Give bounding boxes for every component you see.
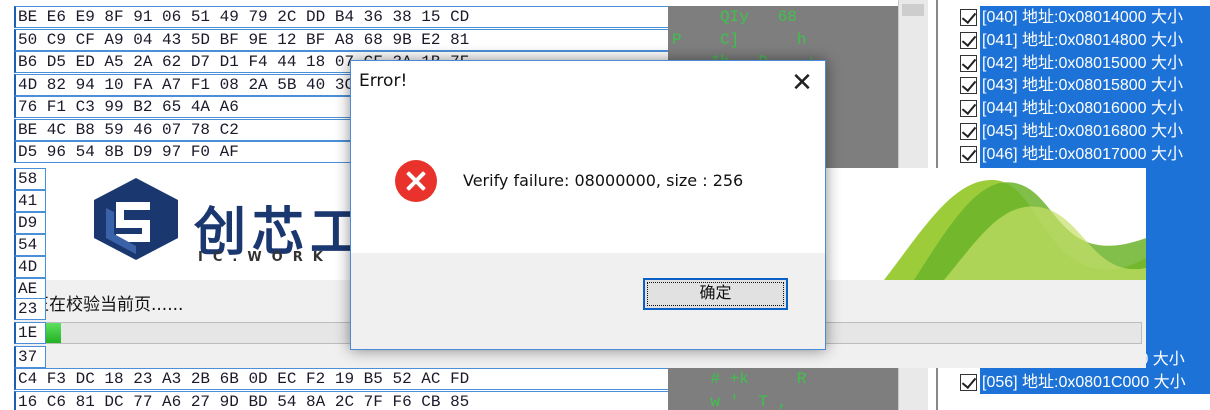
sector-label: [043] 地址:0x08015800 大小 bbox=[980, 74, 1210, 98]
sector-label: [042] 地址:0x08015000 大小 bbox=[980, 51, 1210, 75]
company-logo-icon bbox=[94, 178, 178, 260]
checkbox-checked-icon[interactable] bbox=[960, 9, 977, 26]
checkbox-checked-icon[interactable] bbox=[960, 77, 977, 95]
sector-list-item[interactable]: [042] 地址:0x08015000 大小 bbox=[956, 51, 1210, 75]
hex-row-stub[interactable]: 23 bbox=[14, 298, 46, 320]
error-dialog: Error! ✕ Verify failure: 08000000, size … bbox=[350, 60, 826, 350]
sector-list-item[interactable]: [044] 地址:0x08016000 大小 bbox=[956, 97, 1210, 121]
sector-label: [041] 地址:0x08014800 大小 bbox=[980, 28, 1210, 52]
checkbox-checked-icon[interactable] bbox=[960, 100, 977, 118]
sector-label: [056] 地址:0x0801C000 大小 bbox=[980, 370, 1210, 394]
hex-row[interactable]: C4 F3 DC 18 23 A3 2B 6B 0D EC F2 19 B5 5… bbox=[14, 368, 669, 390]
checkbox-checked-icon[interactable] bbox=[960, 145, 977, 163]
sector-list-item[interactable]: [040] 地址:0x08014000 大小 bbox=[956, 6, 1210, 29]
sector-list-item[interactable]: [056] 地址:0x0801C000 大小 bbox=[956, 370, 1210, 394]
checkbox-checked-icon[interactable] bbox=[960, 123, 977, 140]
hex-row-stub[interactable]: AE bbox=[14, 278, 46, 300]
hex-row-stub[interactable]: 4D bbox=[14, 256, 46, 278]
hex-row-stub[interactable]: 37 bbox=[14, 346, 46, 368]
dialog-footer: 确定 bbox=[351, 253, 825, 349]
sector-label: [044] 地址:0x08016000 大小 bbox=[980, 97, 1210, 121]
sector-list-item[interactable]: [045] 地址:0x08016800 大小 bbox=[956, 120, 1210, 143]
sector-label: [046] 地址:0x08017000 大小 bbox=[980, 142, 1210, 166]
status-text: 正在校验当前页...... bbox=[32, 295, 184, 315]
sector-list-item[interactable]: [046] 地址:0x08017000 大小 bbox=[956, 142, 1210, 166]
checkbox-checked-icon[interactable] bbox=[960, 31, 977, 49]
ascii-row: P C] h bbox=[672, 30, 807, 49]
error-icon bbox=[395, 160, 437, 202]
ascii-row: w ' T , bbox=[672, 392, 788, 410]
scrollbar-thumb[interactable] bbox=[902, 4, 924, 16]
decorative-wave-graphic bbox=[884, 168, 1146, 280]
checkbox-checked-icon[interactable] bbox=[960, 373, 977, 391]
hex-row[interactable]: BE E6 E9 8F 91 06 51 49 79 2C DD B4 36 3… bbox=[14, 6, 669, 28]
sector-label: [040] 地址:0x08014000 大小 bbox=[980, 6, 1210, 29]
hex-row-stub[interactable]: 54 bbox=[14, 234, 46, 256]
logo-subtitle: IC.WORK bbox=[198, 250, 333, 265]
sector-list-item[interactable]: [043] 地址:0x08015800 大小 bbox=[956, 74, 1210, 98]
hex-row-stub[interactable]: 1E bbox=[14, 322, 46, 344]
sector-label: [045] 地址:0x08016800 大小 bbox=[980, 120, 1210, 143]
hex-row-stub[interactable]: 41 bbox=[14, 190, 46, 212]
error-message: Verify failure: 08000000, size : 256 bbox=[463, 171, 744, 190]
dialog-title: Error! bbox=[359, 71, 408, 91]
ascii-row: # +k R bbox=[672, 370, 807, 388]
ascii-row: QIy 68 bbox=[672, 8, 797, 26]
hex-row-stub[interactable]: D9 bbox=[14, 212, 46, 234]
hex-row[interactable]: 16 C6 81 DC 77 A6 27 9D BD 54 8A 2C 7F F… bbox=[14, 390, 669, 410]
close-icon[interactable]: ✕ bbox=[779, 61, 825, 107]
sector-list-item[interactable]: [041] 地址:0x08014800 大小 bbox=[956, 28, 1210, 52]
hex-row-stub[interactable]: 58 bbox=[14, 168, 46, 190]
hex-row[interactable]: 50 C9 CF A9 04 43 5D BF 9E 12 BF A8 68 9… bbox=[14, 28, 669, 51]
checkbox-checked-icon[interactable] bbox=[960, 54, 977, 72]
ok-button[interactable]: 确定 bbox=[643, 278, 788, 310]
